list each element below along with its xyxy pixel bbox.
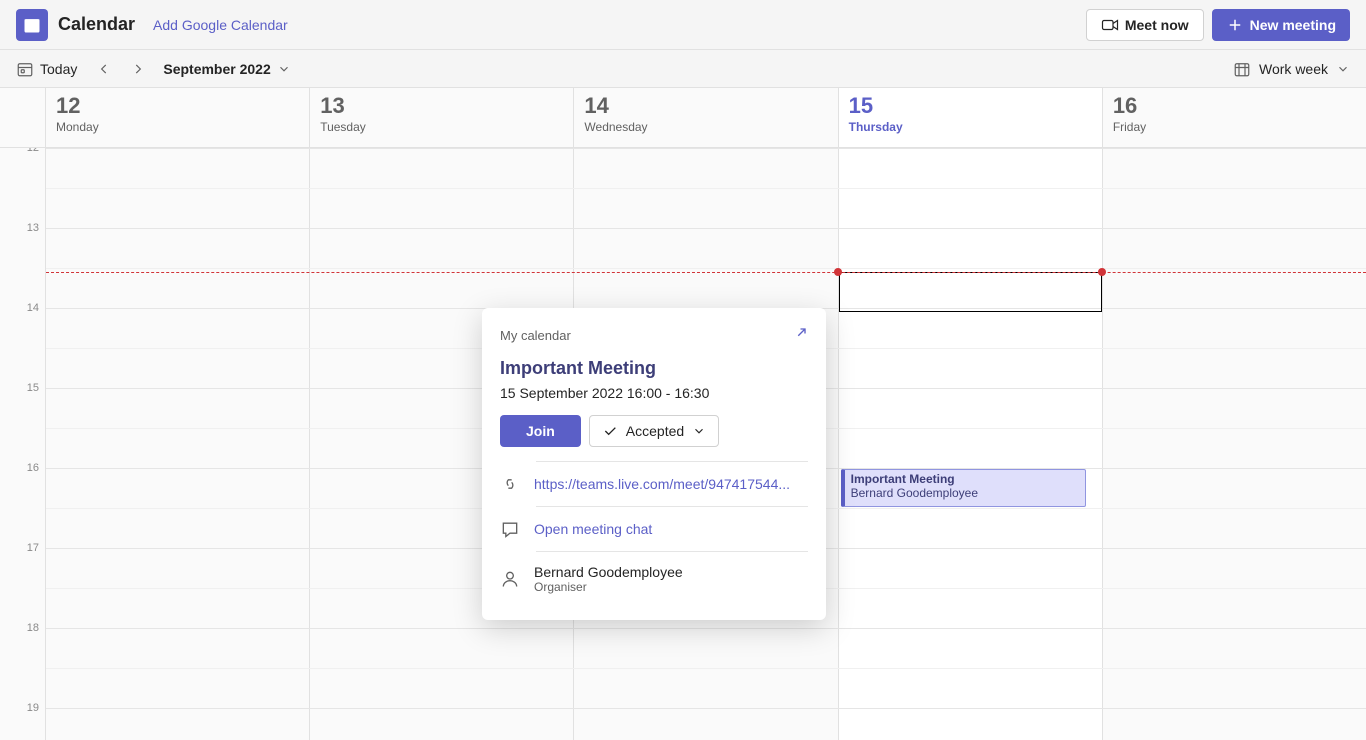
calendar-app-icon — [16, 9, 48, 41]
event-time: 15 September 2022 16:00 - 16:30 — [500, 385, 808, 401]
expand-icon[interactable] — [790, 326, 808, 344]
day-header-thursday: 15Thursday — [839, 88, 1103, 147]
chevron-down-icon — [1336, 62, 1350, 76]
plus-icon — [1226, 16, 1244, 34]
time-selection[interactable] — [839, 272, 1102, 312]
hour-label-13: 13 — [27, 222, 39, 234]
chevron-down-icon — [277, 62, 291, 76]
now-indicator — [46, 272, 1366, 273]
day-header-wednesday: 14Wednesday — [574, 88, 838, 147]
event-important-meeting[interactable]: Important MeetingBernard Goodemployee — [841, 469, 1086, 507]
organiser-role: Organiser — [534, 580, 683, 594]
today-icon — [16, 60, 34, 78]
hour-label-19: 19 — [27, 702, 39, 714]
day-header-tuesday: 13Tuesday — [310, 88, 574, 147]
event-popover: My calendar Important Meeting 15 Septemb… — [482, 308, 826, 620]
hour-label-18: 18 — [27, 622, 39, 634]
hour-label-17: 17 — [27, 542, 39, 554]
open-chat-link[interactable]: Open meeting chat — [534, 521, 652, 537]
chevron-left-icon — [97, 62, 111, 76]
organiser-name: Bernard Goodemployee — [534, 564, 683, 580]
month-picker[interactable]: September 2022 — [155, 61, 290, 77]
chat-icon — [500, 519, 520, 539]
add-google-calendar-link[interactable]: Add Google Calendar — [153, 17, 288, 33]
now-dot — [1098, 268, 1106, 276]
hour-label-16: 16 — [27, 462, 39, 474]
calendar-name-label: My calendar — [500, 328, 571, 343]
person-icon — [500, 569, 520, 589]
day-header-monday: 12Monday — [46, 88, 310, 147]
join-button[interactable]: Join — [500, 415, 581, 447]
today-button[interactable]: Today — [16, 60, 77, 78]
prev-week-button[interactable] — [87, 52, 121, 86]
view-selector[interactable]: Work week — [1233, 60, 1350, 78]
hour-label-15: 15 — [27, 382, 39, 394]
day-header-friday: 16Friday — [1103, 88, 1366, 147]
chevron-down-icon — [692, 424, 706, 438]
rsvp-status-button[interactable]: Accepted — [589, 415, 719, 447]
next-week-button[interactable] — [121, 52, 155, 86]
new-meeting-button[interactable]: New meeting — [1212, 9, 1350, 41]
hour-label-14: 14 — [27, 302, 39, 314]
day-column-thursday[interactable]: Important MeetingBernard Goodemployee — [839, 148, 1103, 740]
video-icon — [1101, 16, 1119, 34]
meeting-link[interactable]: https://teams.live.com/meet/947417544... — [534, 476, 790, 492]
meet-now-button[interactable]: Meet now — [1086, 9, 1204, 41]
day-column-monday[interactable] — [46, 148, 310, 740]
event-title: Important Meeting — [500, 358, 808, 379]
page-title: Calendar — [58, 14, 135, 35]
chevron-right-icon — [131, 62, 145, 76]
check-icon — [602, 423, 618, 439]
now-dot — [834, 268, 842, 276]
hour-label-12: 12 — [27, 148, 39, 154]
link-icon — [500, 474, 520, 494]
workweek-icon — [1233, 60, 1251, 78]
day-column-friday[interactable] — [1103, 148, 1366, 740]
